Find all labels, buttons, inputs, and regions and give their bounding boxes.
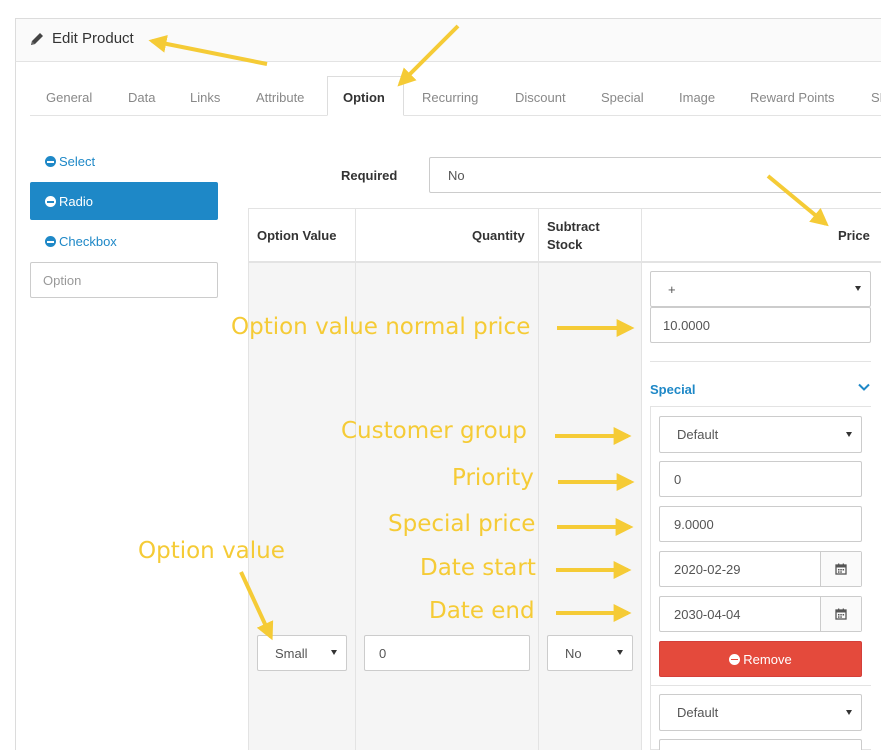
arrow-option-value bbox=[239, 571, 274, 641]
arrow-to-price-header bbox=[766, 174, 829, 227]
arrow-to-title bbox=[148, 34, 268, 66]
annotation-arrows bbox=[148, 24, 829, 641]
arrow-to-option-tab bbox=[397, 24, 460, 87]
